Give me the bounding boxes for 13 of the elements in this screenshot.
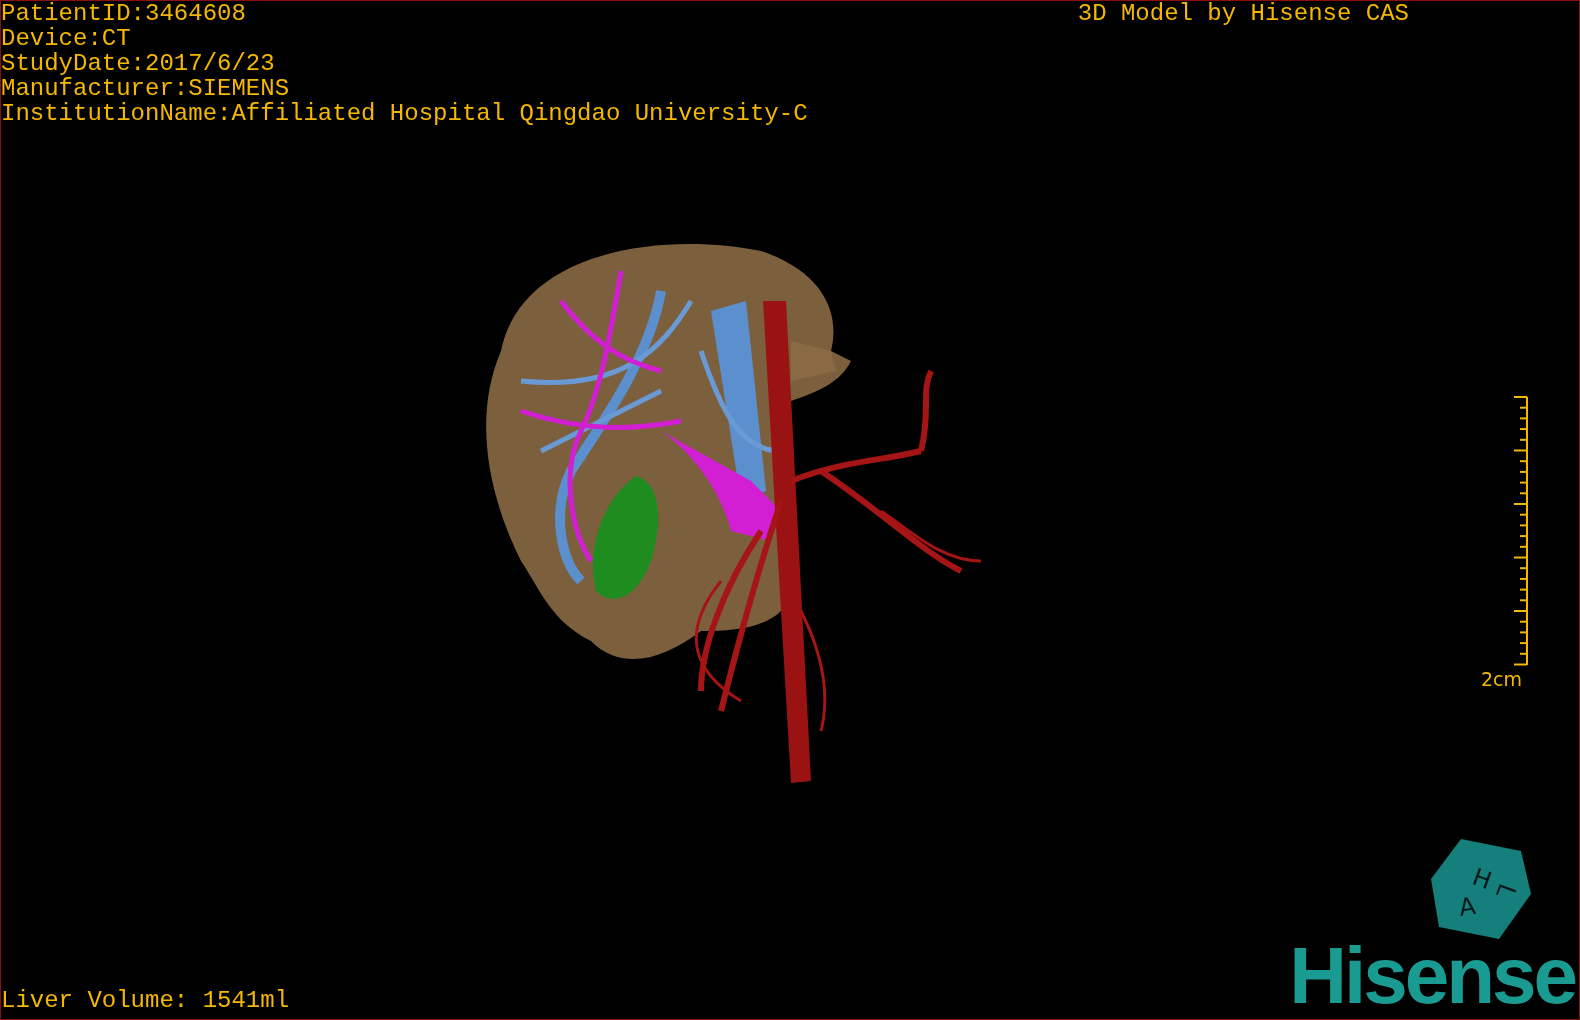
study-info-text: StudyDate:2017/6/23 [1,51,276,76]
study-info-text: Manufacturer:SIEMENS [1,76,291,101]
cube-face-label: L [1492,880,1520,902]
liver-volume-text: Liver Volume: 1541ml [1,988,290,1016]
study-info-text: PatientID:3464608 [1,1,247,26]
cube-face-label: A [1457,893,1477,921]
orientation-cube[interactable]: H A L [1431,839,1531,939]
brand-logo: Hisense [1289,939,1577,1019]
scale-label: 2cm [1481,668,1523,690]
viewer-title: 3D Model by Hisense CAS [1077,1,1410,26]
study-info-text: InstitutionName:Affiliated Hospital Qingdao University-C [1,101,808,126]
cube-face-label: H [1469,864,1495,894]
study-info-text: Device:CT [1,26,132,51]
